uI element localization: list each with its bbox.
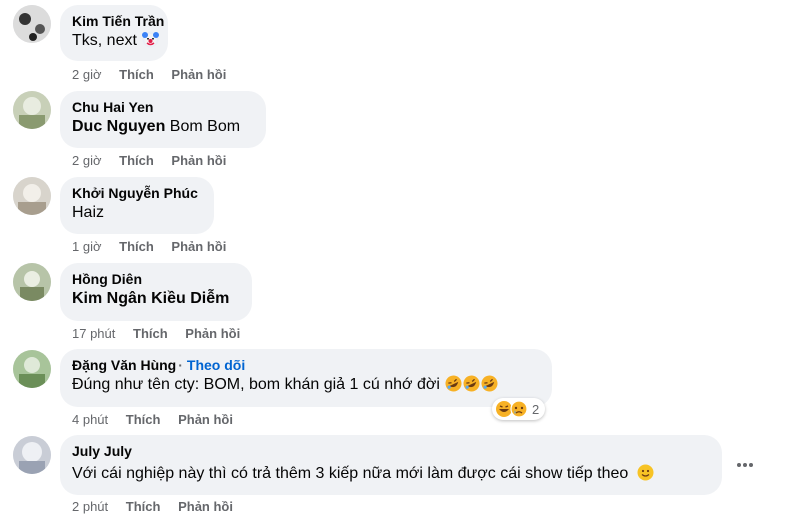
comment-actions: 4 phút Thích Phản hồi [72, 412, 247, 427]
avatar[interactable] [13, 436, 51, 474]
like-button[interactable]: Thích [126, 412, 161, 427]
comment-author[interactable]: Khởi Nguyễn Phúc [72, 184, 202, 202]
comment-time[interactable]: 2 phút [72, 499, 108, 514]
comment-bubble: Hồng Diên Kim Ngân Kiều Diễm [60, 263, 252, 321]
avatar[interactable] [13, 177, 51, 215]
comment-actions: 1 giờ Thích Phản hồi [72, 239, 240, 254]
comment-bubble: Đặng Văn Hùng · Theo dõi Đúng như tên cty:… [60, 349, 552, 407]
avatar[interactable] [13, 91, 51, 129]
sad-reaction-icon [510, 400, 528, 418]
comment-time[interactable]: 17 phút [72, 326, 115, 341]
rolling-laughing-icon [445, 375, 462, 392]
follow-button[interactable]: Theo dõi [187, 357, 245, 373]
reply-button[interactable]: Phản hồi [171, 153, 226, 168]
comment-bubble: July July Với cái nghiệp này thì có trả … [60, 435, 722, 495]
separator-dot: · [178, 357, 183, 373]
comment-text: Với cái nghiệp này thì có trả thêm 3 kiế… [72, 465, 629, 482]
reaction-count: 2 [532, 401, 540, 417]
clown-face-icon [142, 31, 160, 48]
comment-time[interactable]: 2 giờ [72, 153, 102, 168]
more-horizontal-icon[interactable] [732, 455, 758, 475]
like-button[interactable]: Thích [119, 153, 154, 168]
comment-text: Tks, next [72, 32, 137, 49]
mention-link[interactable]: Duc Nguyen [72, 118, 165, 135]
comment-time[interactable]: 2 giờ [72, 67, 102, 82]
avatar[interactable] [13, 5, 51, 43]
comment-actions: 17 phút Thích Phản hồi [72, 326, 254, 341]
like-button[interactable]: Thích [133, 326, 168, 341]
reply-button[interactable]: Phản hồi [171, 67, 226, 82]
like-button[interactable]: Thích [119, 67, 154, 82]
comment-author[interactable]: Hồng Diên [72, 270, 240, 288]
comment-actions: 2 giờ Thích Phản hồi [72, 67, 240, 82]
comment-author[interactable]: Kim Tiến Trần [72, 12, 164, 30]
comment-actions: 2 phút Thích Phản hồi [72, 499, 247, 514]
like-button[interactable]: Thích [126, 499, 161, 514]
rolling-laughing-icon [481, 375, 498, 392]
slightly-smiling-icon [637, 464, 654, 481]
reply-button[interactable]: Phản hồi [171, 239, 226, 254]
reply-button[interactable]: Phản hồi [185, 326, 240, 341]
reply-button[interactable]: Phản hồi [178, 412, 233, 427]
comment-author[interactable]: Chu Hai Yen [72, 98, 254, 116]
comment-bubble: Chu Hai Yen Duc Nguyen Bom Bom [60, 91, 266, 148]
comment-time[interactable]: 4 phút [72, 412, 108, 427]
reply-button[interactable]: Phản hồi [178, 499, 233, 514]
comment-bubble: Khởi Nguyễn Phúc Haiz [60, 177, 214, 234]
like-button[interactable]: Thích [119, 239, 154, 254]
comment-actions: 2 giờ Thích Phản hồi [72, 153, 240, 168]
comment-text: Bom Bom [169, 118, 241, 135]
rolling-laughing-icon [463, 375, 480, 392]
comment-text: Đúng như tên cty: BOM, bom khán giả 1 cú… [72, 376, 440, 393]
comment-author[interactable]: Đặng Văn Hùng [72, 357, 176, 373]
comment-text: Haiz [72, 204, 105, 221]
comment-time[interactable]: 1 giờ [72, 239, 102, 254]
mention-link[interactable]: Kim Ngân Kiều Diễm [72, 290, 229, 307]
comment-author[interactable]: July July [72, 442, 710, 460]
comment-bubble: Kim Tiến Trần Tks, next [60, 5, 168, 61]
reaction-summary[interactable]: 2 [492, 398, 546, 420]
avatar[interactable] [13, 350, 51, 388]
avatar[interactable] [13, 263, 51, 301]
